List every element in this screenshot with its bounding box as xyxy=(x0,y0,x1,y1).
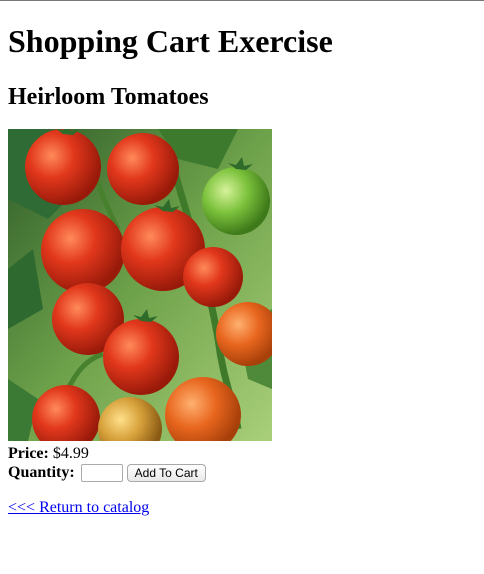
page-title: Shopping Cart Exercise xyxy=(8,23,333,59)
tomato-photo xyxy=(8,129,272,441)
product-image xyxy=(8,129,272,441)
quantity-input[interactable] xyxy=(80,464,123,482)
add-to-cart-button[interactable]: Add To Cart xyxy=(126,464,206,482)
price-value: $4.99 xyxy=(52,445,89,462)
return-to-catalog-link[interactable]: <<< Return to catalog xyxy=(8,499,149,517)
price-row: Price: $4.99 xyxy=(8,445,89,463)
product-name: Heirloom Tomatoes xyxy=(8,84,209,110)
quantity-label: Quantity: xyxy=(8,464,75,481)
quantity-row: Quantity: Add To Cart xyxy=(8,463,206,483)
price-label: Price: xyxy=(8,445,49,462)
